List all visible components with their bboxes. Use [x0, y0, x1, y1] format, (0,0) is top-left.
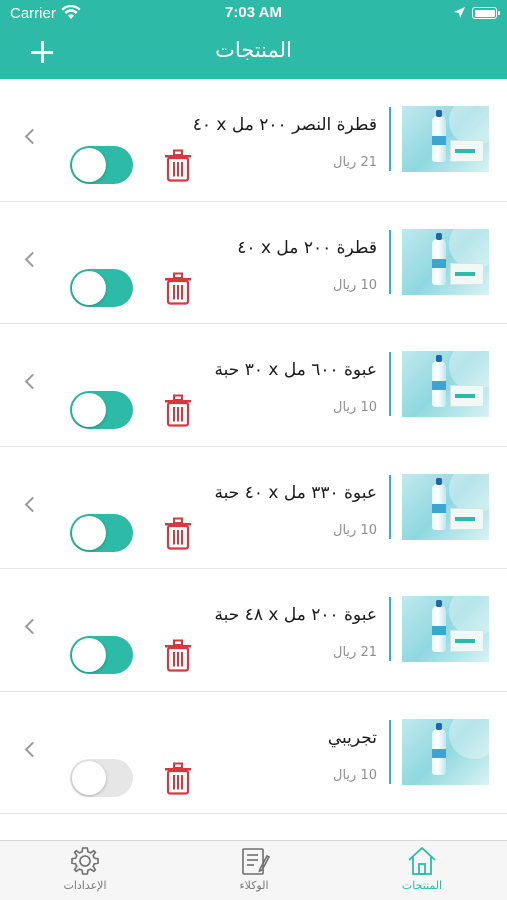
- tab-products[interactable]: المنتجات: [367, 845, 477, 892]
- chevron-left-icon[interactable]: [24, 496, 41, 512]
- product-list: قطرة النصر ٢٠٠ مل x ٤٠ 21 ريال قطرة ٢٠٠ …: [0, 79, 507, 814]
- product-image: [402, 718, 489, 785]
- product-active-toggle[interactable]: [70, 513, 133, 552]
- product-image: [402, 596, 489, 662]
- navigation-header: Carrier 7:03 AM المنتجات: [0, 0, 507, 79]
- chevron-left-icon[interactable]: [24, 128, 41, 145]
- product-row[interactable]: عبوة ٢٠٠ مل x ٤٨ حبة 21 ريال: [0, 569, 507, 692]
- image-divider: [389, 597, 391, 661]
- product-name: قطرة ٢٠٠ مل x ٤٠: [237, 237, 377, 258]
- product-price: 10 ريال: [333, 400, 377, 415]
- product-name: عبوة ٣٣٠ مل x ٤٠ حبة: [214, 482, 377, 503]
- trash-icon[interactable]: [163, 517, 193, 550]
- tab-agents-label: الوكلاء: [239, 879, 269, 892]
- product-row[interactable]: قطرة ٢٠٠ مل x ٤٠ 10 ريال: [0, 202, 507, 324]
- image-divider: [389, 474, 391, 539]
- product-image: [402, 106, 489, 172]
- trash-icon[interactable]: [163, 272, 193, 305]
- tab-agents[interactable]: الوكلاء: [199, 845, 309, 892]
- trash-icon[interactable]: [163, 762, 193, 795]
- tab-settings-label: الإعدادات: [63, 879, 107, 892]
- product-name: قطرة النصر ٢٠٠ مل x ٤٠: [192, 115, 377, 135]
- product-image: [402, 228, 489, 295]
- product-image: [402, 473, 489, 540]
- trash-icon[interactable]: [163, 149, 193, 182]
- product-price: 10 ريال: [333, 767, 377, 783]
- product-name: تجريبي: [327, 727, 377, 748]
- products-screen: Carrier 7:03 AM المنتجات قطرة النصر ٢٠٠ …: [0, 0, 507, 900]
- image-divider: [389, 719, 391, 784]
- chevron-left-icon[interactable]: [24, 741, 41, 757]
- home-icon: [408, 846, 436, 875]
- tab-bar: الإعدادات الوكلاء المنتجات: [0, 840, 507, 900]
- tab-settings[interactable]: الإعدادات: [30, 845, 140, 892]
- chevron-left-icon[interactable]: [24, 251, 41, 267]
- product-row[interactable]: تجريبي 10 ريال: [0, 692, 507, 814]
- trash-icon[interactable]: [163, 639, 193, 672]
- product-price: 21 ريال: [333, 155, 377, 170]
- product-active-toggle[interactable]: [70, 391, 133, 429]
- battery-icon: [472, 7, 500, 19]
- product-price: 10 ريال: [333, 277, 377, 293]
- image-divider: [389, 229, 391, 294]
- product-active-toggle[interactable]: [70, 758, 133, 797]
- product-active-toggle[interactable]: [70, 146, 133, 184]
- location-arrow-icon: [454, 7, 465, 18]
- product-price: 10 ريال: [333, 522, 377, 538]
- product-active-toggle[interactable]: [70, 636, 133, 674]
- product-image: [402, 351, 489, 417]
- product-row[interactable]: عبوة ٣٣٠ مل x ٤٠ حبة 10 ريال: [0, 447, 507, 569]
- clock: 7:03 AM: [225, 4, 282, 21]
- tab-products-label: المنتجات: [401, 879, 443, 892]
- chevron-left-icon[interactable]: [24, 373, 41, 390]
- status-bar: Carrier 7:03 AM: [0, 0, 507, 28]
- product-name: عبوة ٦٠٠ مل x ٣٠ حبة: [214, 360, 377, 380]
- product-price: 21 ريال: [333, 645, 377, 660]
- product-active-toggle[interactable]: [70, 268, 133, 307]
- trash-icon[interactable]: [163, 394, 193, 427]
- product-row[interactable]: عبوة ٦٠٠ مل x ٣٠ حبة 10 ريال: [0, 324, 507, 447]
- product-name: عبوة ٢٠٠ مل x ٤٨ حبة: [214, 605, 377, 625]
- product-row[interactable]: قطرة النصر ٢٠٠ مل x ٤٠ 21 ريال: [0, 79, 507, 202]
- chevron-left-icon[interactable]: [24, 618, 41, 635]
- page-title: المنتجات: [215, 38, 292, 62]
- gear-icon: [71, 847, 99, 875]
- image-divider: [389, 107, 391, 171]
- image-divider: [389, 352, 391, 416]
- notepad-icon: [242, 848, 270, 875]
